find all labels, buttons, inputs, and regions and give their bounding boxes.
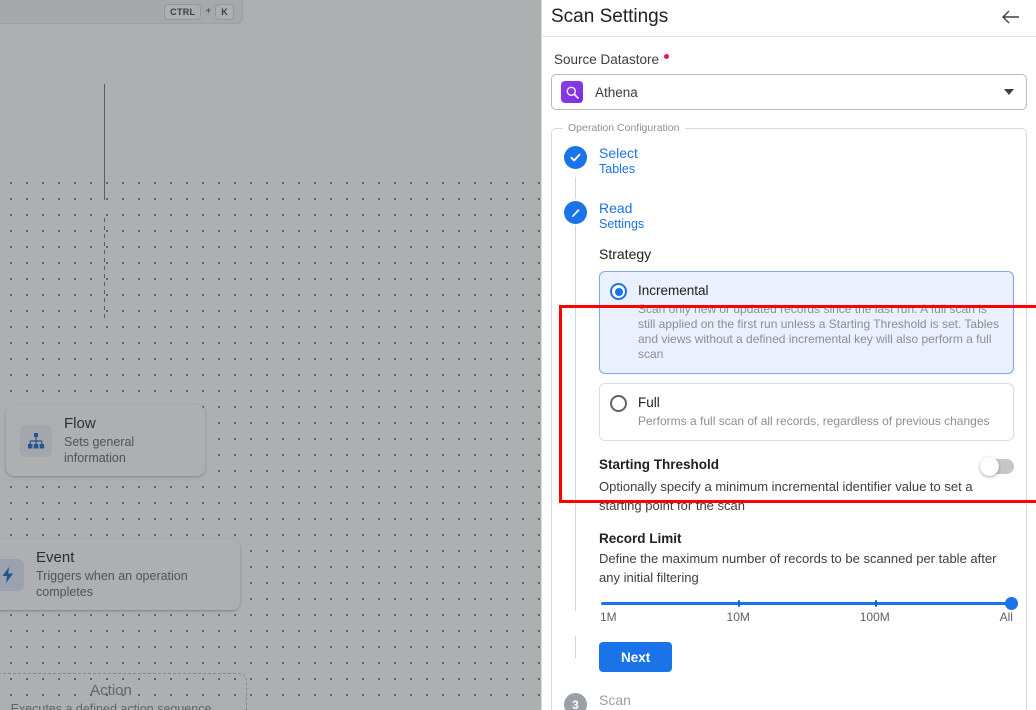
read-settings-content: Strategy Incremental Scan only new or up… xyxy=(552,246,1026,672)
strategy-option-incremental[interactable]: Incremental Scan only new or updated rec… xyxy=(599,271,1014,374)
slider-track[interactable] xyxy=(601,597,1018,610)
record-limit-label: Record Limit xyxy=(599,531,682,546)
step-read-settings[interactable]: Read Settings xyxy=(552,196,1026,237)
radio-full[interactable] xyxy=(610,395,627,412)
node-subtitle: Sets general information xyxy=(64,435,135,465)
connector-event-action xyxy=(104,218,105,318)
slider-tick-10m xyxy=(737,600,740,607)
node-subtitle: Triggers when an operation completes xyxy=(36,569,188,599)
required-indicator xyxy=(664,54,670,59)
slider-label-all: All xyxy=(999,610,1013,624)
source-datastore-select[interactable]: Athena xyxy=(551,74,1027,110)
canvas-board[interactable]: Flow Sets general information Event Trig… xyxy=(0,24,541,710)
step-title: Read xyxy=(599,200,633,216)
kbd-plus: + xyxy=(205,6,212,17)
toggle-knob xyxy=(980,457,999,476)
record-limit-slider[interactable]: 1M 10M 100M All xyxy=(599,597,1018,624)
option-description: Performs a full scan of all records, reg… xyxy=(638,414,990,428)
event-icon xyxy=(0,558,24,591)
step-scan-settings[interactable]: 3 Scan Settings xyxy=(552,688,1026,710)
flow-canvas[interactable]: Flow Sets general information Event Trig… xyxy=(0,0,541,710)
slider-label-10m: 10M xyxy=(726,610,750,624)
app-root: Flow Sets general information Event Trig… xyxy=(0,0,1036,710)
kbd-k: K xyxy=(215,3,234,20)
slider-tick-labels: 1M 10M 100M All xyxy=(599,610,1014,624)
step-number-3: 3 xyxy=(564,693,587,710)
connector-flow-event xyxy=(104,84,105,200)
canvas-node-flow[interactable]: Flow Sets general information xyxy=(6,405,205,476)
step-title: Scan xyxy=(599,692,631,708)
step-rail-2 xyxy=(575,225,576,611)
node-subtitle: Executes a defined action sequence xyxy=(10,702,212,710)
step-select-tables[interactable]: Select Tables xyxy=(552,141,1026,182)
operation-configuration-fieldset: Operation Configuration Select Tables Re… xyxy=(551,122,1036,710)
slider-tick-100m xyxy=(874,600,877,607)
canvas-node-event[interactable]: Event Triggers when an operation complet… xyxy=(0,539,240,610)
step-rail-3 xyxy=(575,636,576,658)
option-label: Incremental xyxy=(638,283,709,298)
canvas-node-action-placeholder[interactable]: Action Executes a defined action sequenc… xyxy=(0,673,247,710)
next-button[interactable]: Next xyxy=(599,642,673,672)
node-title: Action xyxy=(90,682,132,699)
step-subtitle: Tables xyxy=(599,162,636,176)
radio-incremental[interactable] xyxy=(610,283,627,300)
node-title: Event xyxy=(36,549,75,566)
canvas-search-shortcut-bar[interactable]: CTRL + K xyxy=(0,0,243,24)
record-limit-row: Record Limit xyxy=(599,531,1014,546)
panel-body: Source Datastore Athena Operation Config… xyxy=(542,52,1036,710)
operation-configuration-legend: Operation Configuration xyxy=(563,122,685,134)
strategy-option-full[interactable]: Full Performs a full scan of all records… xyxy=(599,383,1014,441)
starting-threshold-description: Optionally specify a minimum incremental… xyxy=(599,479,973,513)
strategy-label: Strategy xyxy=(599,246,652,262)
slider-label-1m: 1M xyxy=(600,610,617,624)
slider-label-100m: 100M xyxy=(859,610,890,624)
slider-thumb[interactable] xyxy=(1005,597,1018,610)
panel-header: Scan Settings xyxy=(542,0,1036,34)
step-pencil-icon xyxy=(564,201,587,224)
step-title: Select xyxy=(599,145,638,161)
chevron-down-icon[interactable] xyxy=(1004,89,1014,95)
header-divider xyxy=(542,36,1036,37)
step-subtitle: Settings xyxy=(599,217,645,231)
starting-threshold-toggle[interactable] xyxy=(980,457,1014,476)
source-datastore-label: Source Datastore xyxy=(554,52,1027,67)
starting-threshold-row: Starting Threshold xyxy=(599,457,1014,476)
page-title: Scan Settings xyxy=(551,6,669,27)
scan-settings-panel: Scan Settings Source Datastore Athena Op… xyxy=(541,0,1036,710)
athena-icon xyxy=(561,81,583,103)
starting-threshold-label: Starting Threshold xyxy=(599,457,720,472)
arrow-left-icon[interactable] xyxy=(1000,6,1022,28)
option-label: Full xyxy=(638,395,660,410)
node-title: Flow xyxy=(64,415,96,432)
record-limit-description: Define the maximum number of records to … xyxy=(599,551,997,585)
source-datastore-label-text: Source Datastore xyxy=(554,52,660,67)
option-description: Scan only new or updated records since t… xyxy=(638,302,1000,361)
source-datastore-value: Athena xyxy=(595,84,638,100)
kbd-ctrl: CTRL xyxy=(164,3,202,20)
sitemap-icon xyxy=(20,424,52,457)
step-check-icon xyxy=(564,146,587,169)
